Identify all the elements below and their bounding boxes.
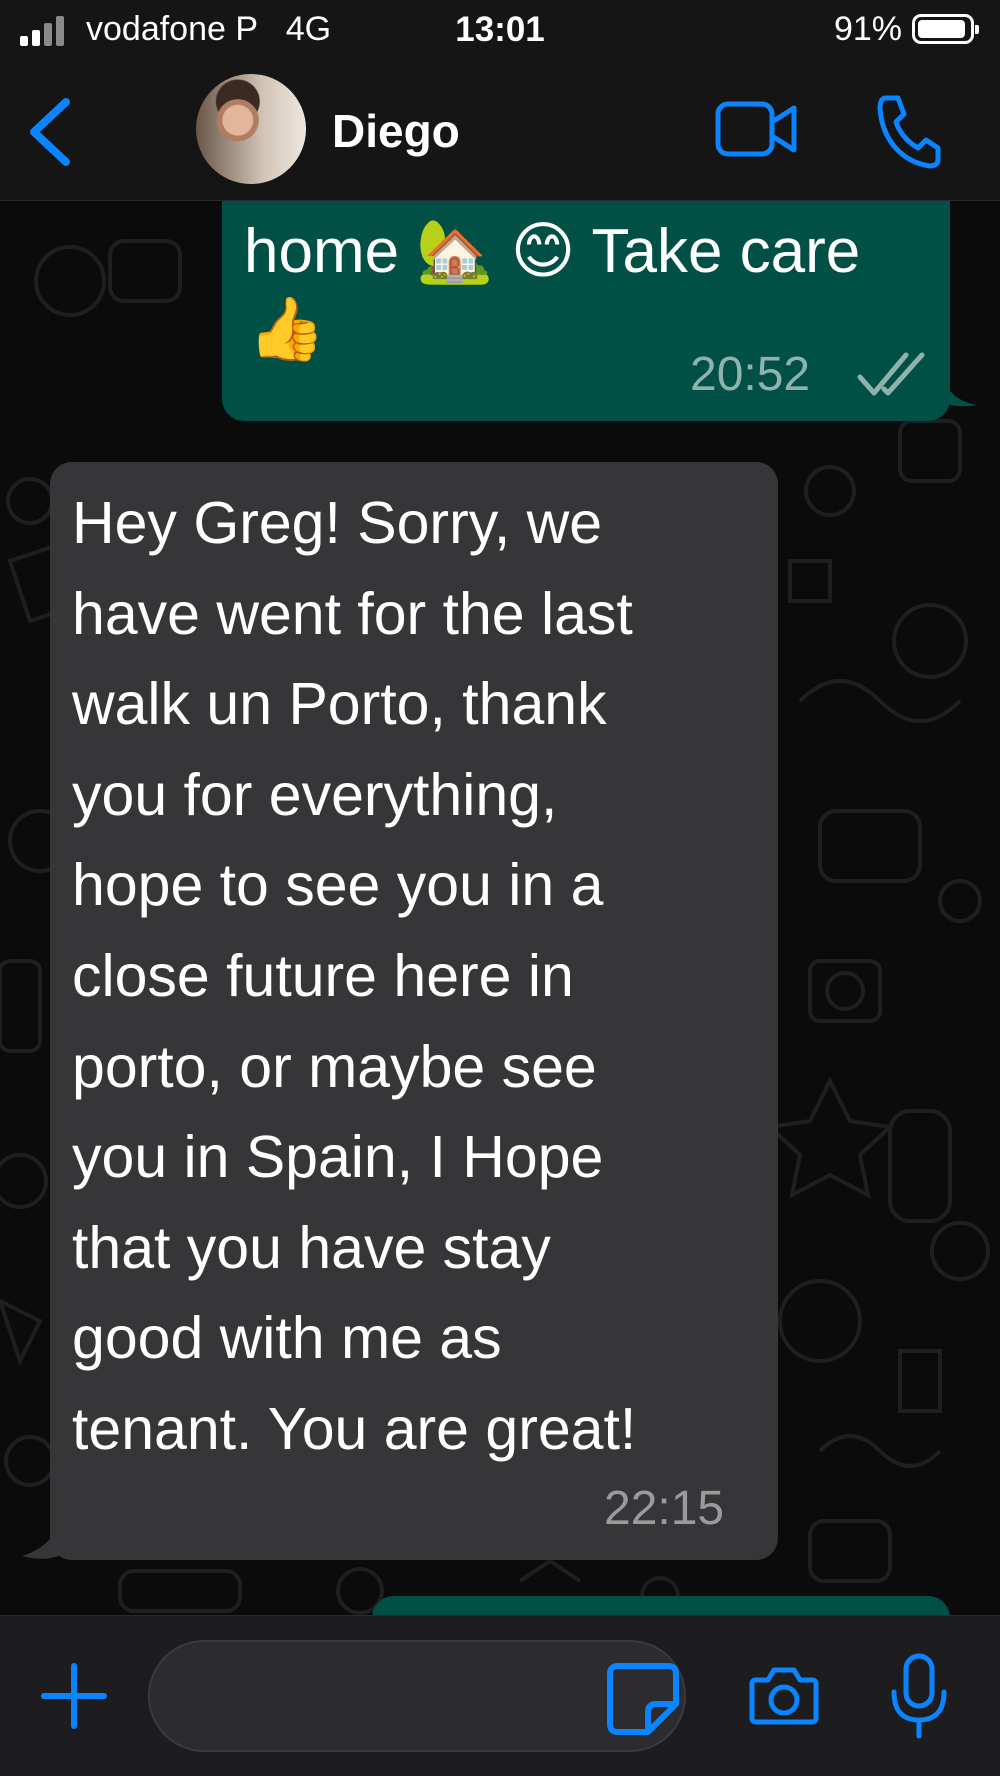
double-check-icon — [857, 352, 925, 396]
message-text: home 🏡 😊 Take care — [244, 217, 861, 286]
message-input-bar — [0, 1615, 1000, 1776]
message-timestamp: 22:15 — [604, 1482, 725, 1535]
message-text: Hey Greg! Sorry, we have went for the la… — [72, 490, 637, 1462]
contact-name[interactable]: Diego — [332, 104, 460, 158]
status-bar: vodafone P 4G 13:01 91% — [0, 0, 1000, 66]
sticker-icon — [607, 1663, 679, 1735]
back-button[interactable] — [20, 92, 80, 172]
bubble-tail — [940, 377, 978, 407]
outgoing-message-bubble[interactable] — [372, 1596, 950, 1615]
message-text: 👍 — [248, 295, 326, 364]
voice-message-button[interactable] — [888, 1652, 950, 1742]
video-call-button[interactable] — [714, 94, 798, 164]
battery-icon — [912, 14, 979, 44]
avatar[interactable] — [196, 74, 306, 184]
chevron-left-icon — [30, 98, 70, 166]
attach-button[interactable] — [40, 1662, 108, 1730]
microphone-icon — [891, 1653, 947, 1739]
video-camera-icon — [715, 101, 797, 157]
chat-header: Diego — [0, 66, 1000, 201]
message-timestamp: 20:52 — [690, 348, 811, 401]
phone-icon — [877, 95, 941, 169]
plus-icon — [41, 1663, 107, 1729]
voice-call-button[interactable] — [872, 90, 942, 170]
sticker-button[interactable] — [604, 1660, 682, 1738]
bubble-tail — [22, 1514, 62, 1559]
camera-button[interactable] — [748, 1658, 820, 1730]
camera-icon — [749, 1667, 819, 1725]
battery-percent: 91% — [833, 10, 902, 48]
chat-area[interactable]: home 🏡 😊 Take care 👍 20:52 Hey Greg! Sor… — [0, 201, 1000, 1615]
